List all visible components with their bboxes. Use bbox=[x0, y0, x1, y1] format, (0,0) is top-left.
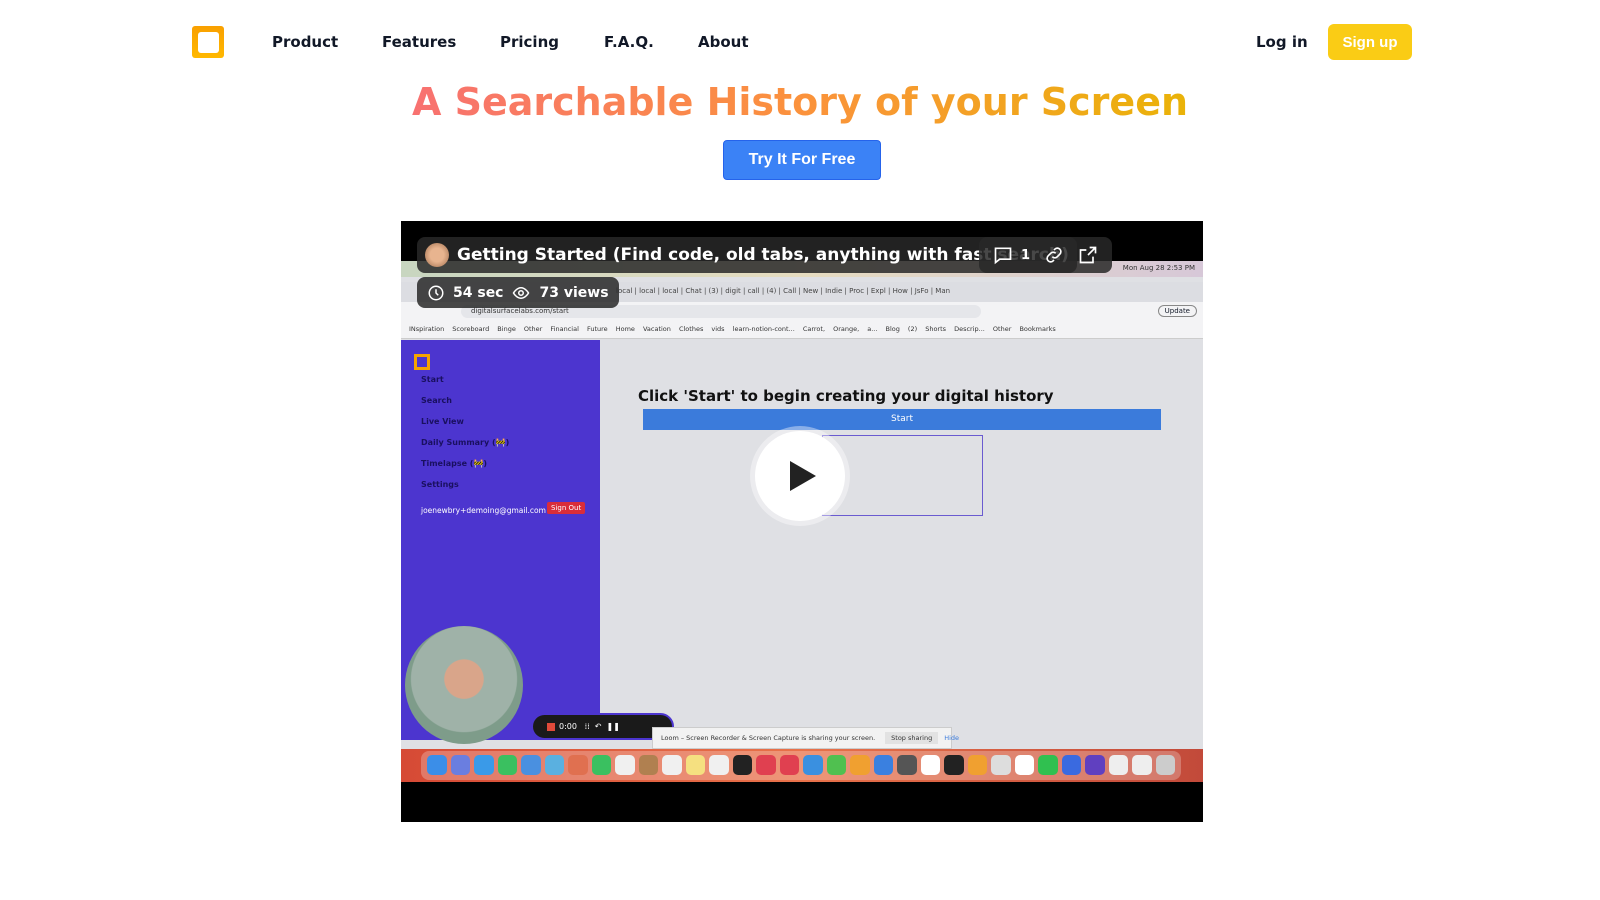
hide-button: Hide bbox=[944, 734, 960, 742]
dock-app-icon bbox=[732, 755, 752, 775]
bookmarks-bar: INspiration Scoreboard Binge Other Finan… bbox=[401, 321, 1203, 339]
app-logo-icon bbox=[414, 354, 430, 370]
view-count: 73 views bbox=[539, 284, 609, 301]
webcam-bubble bbox=[405, 626, 523, 744]
dock-app-icon bbox=[1108, 755, 1128, 775]
dock-app-icon bbox=[991, 755, 1011, 775]
dock-app-icon bbox=[1061, 755, 1081, 775]
nav-features[interactable]: Features bbox=[382, 33, 456, 51]
video-player[interactable]: Mon Aug 28 2:53 PM local | local | local… bbox=[401, 221, 1203, 822]
logo[interactable] bbox=[192, 26, 224, 58]
sidebar-item-start: Start bbox=[421, 375, 444, 384]
dock-app-icon bbox=[1155, 755, 1175, 775]
nav-pricing[interactable]: Pricing bbox=[500, 33, 559, 51]
dock-app-icon bbox=[920, 755, 940, 775]
duration: 54 sec bbox=[453, 284, 504, 301]
dock-app-icon bbox=[967, 755, 987, 775]
sidebar-item-search: Search bbox=[421, 396, 452, 405]
dock-app-icon bbox=[1038, 755, 1058, 775]
sidebar-item-live-view: Live View bbox=[421, 417, 464, 426]
sharing-banner: Loom – Screen Recorder & Screen Capture … bbox=[652, 727, 959, 749]
nav-faq[interactable]: F.A.Q. bbox=[604, 33, 654, 51]
selection-box bbox=[822, 435, 983, 516]
dock-app-icon bbox=[779, 755, 799, 775]
dock-app-icon bbox=[826, 755, 846, 775]
comment-icon bbox=[994, 247, 1012, 265]
eye-icon bbox=[513, 286, 530, 299]
dock-app-icon bbox=[803, 755, 823, 775]
hero-title: A Searchable History of your Screen bbox=[411, 80, 1189, 124]
dock-app-icon bbox=[1085, 755, 1105, 775]
video-frame: Mon Aug 28 2:53 PM local | local | local… bbox=[401, 261, 1203, 782]
sidebar-item-timelapse: Timelapse (🚧) bbox=[421, 459, 488, 468]
update-button: Update bbox=[1157, 305, 1197, 317]
dock-app-icon bbox=[591, 755, 611, 775]
dock-app-icon bbox=[709, 755, 729, 775]
dock-app-icon bbox=[944, 755, 964, 775]
dock-app-icon bbox=[1014, 755, 1034, 775]
dock-app-icon bbox=[427, 755, 447, 775]
dock-app-icon bbox=[756, 755, 776, 775]
user-email: joenewbry+demoing@gmail.com bbox=[421, 506, 546, 515]
play-icon bbox=[790, 461, 816, 491]
login-link[interactable]: Log in bbox=[1256, 33, 1308, 51]
dock-app-icon bbox=[685, 755, 705, 775]
rec-time: 0:00 bbox=[559, 722, 577, 731]
dock-app-icon bbox=[521, 755, 541, 775]
video-title-bar[interactable]: Getting Started (Find code, old tabs, an… bbox=[417, 237, 1077, 273]
sidebar-item-settings: Settings bbox=[421, 480, 459, 489]
nav-about[interactable]: About bbox=[698, 33, 749, 51]
try-free-button[interactable]: Try It For Free bbox=[723, 140, 881, 180]
video-actions: 1 bbox=[979, 237, 1113, 273]
mac-dock bbox=[401, 749, 1203, 782]
dock-app-icon bbox=[474, 755, 494, 775]
clock-icon bbox=[428, 285, 444, 300]
nav-product[interactable]: Product bbox=[272, 33, 338, 51]
dock-app-icon bbox=[615, 755, 635, 775]
dock-app-icon bbox=[662, 755, 682, 775]
sharing-message: Loom – Screen Recorder & Screen Capture … bbox=[661, 734, 876, 742]
dock-app-icon bbox=[897, 755, 917, 775]
comment-count: 1 bbox=[1021, 247, 1031, 263]
app-heading: Click 'Start' to begin creating your dig… bbox=[638, 387, 1054, 405]
stop-icon bbox=[547, 723, 555, 731]
video-title: Getting Started (Find code, old tabs, an… bbox=[457, 245, 1069, 265]
dock-app-icon bbox=[1132, 755, 1152, 775]
navbar: Product Features Pricing F.A.Q. About Lo… bbox=[0, 0, 1600, 84]
dock-app-icon bbox=[850, 755, 870, 775]
sidebar-item-daily-summary: Daily Summary (🚧) bbox=[421, 438, 510, 447]
dock-app-icon bbox=[544, 755, 564, 775]
external-link-icon[interactable] bbox=[1078, 245, 1098, 265]
dock-app-icon bbox=[497, 755, 517, 775]
video-stats: 54 sec 73 views bbox=[417, 277, 619, 308]
start-button: Start bbox=[643, 409, 1161, 430]
dock-app-icon bbox=[450, 755, 470, 775]
creator-avatar bbox=[425, 243, 449, 267]
dock-app-icon bbox=[568, 755, 588, 775]
play-button[interactable] bbox=[755, 431, 845, 521]
dock-app-icon bbox=[638, 755, 658, 775]
signup-button[interactable]: Sign up bbox=[1328, 24, 1412, 60]
comments-button[interactable]: 1 bbox=[993, 245, 1030, 265]
dock-app-icon bbox=[873, 755, 893, 775]
sign-out-button: Sign Out bbox=[547, 502, 586, 514]
link-icon[interactable] bbox=[1044, 245, 1064, 265]
stop-sharing-button: Stop sharing bbox=[885, 732, 939, 744]
